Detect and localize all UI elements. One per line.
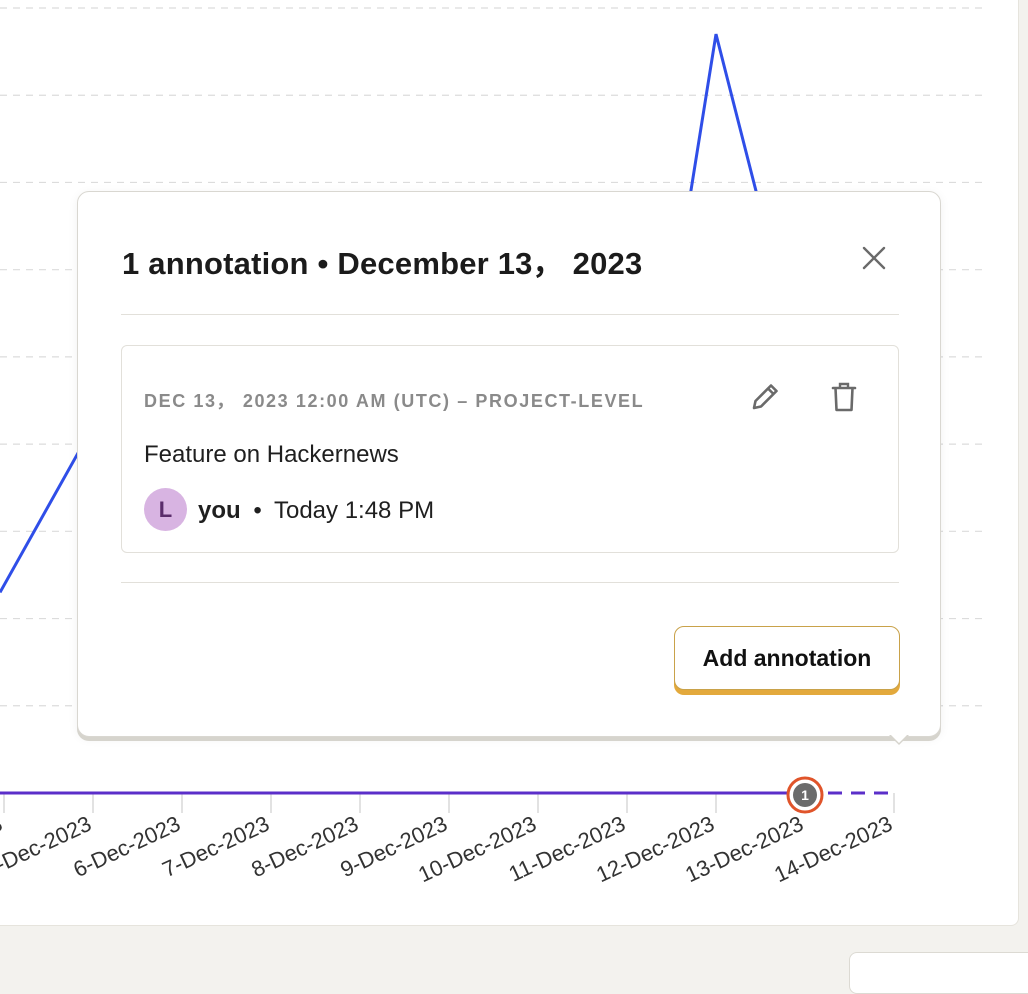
author-separator: • xyxy=(253,497,262,524)
annotation-date: December 13， 2023 xyxy=(337,246,643,281)
popover-caret xyxy=(889,733,909,743)
title-separator: • xyxy=(317,246,329,281)
divider-bottom xyxy=(121,582,899,583)
annotation-time: Today 1:48 PM xyxy=(273,497,435,524)
add-annotation-button[interactable]: Add annotation xyxy=(674,626,900,690)
avatar: L xyxy=(144,488,187,531)
pencil-icon xyxy=(752,384,778,410)
close-icon xyxy=(862,246,886,270)
annotation-count: 1 annotation xyxy=(122,246,309,281)
annotation-popover: 1 annotation • December 13， 2023 DEC 13，… xyxy=(77,191,941,737)
annotation-marker-count: 1 xyxy=(801,787,809,803)
popover-title: 1 annotation • December 13， 2023 xyxy=(122,238,642,283)
edit-annotation-button[interactable] xyxy=(748,380,782,414)
close-button[interactable] xyxy=(858,242,890,274)
author-name: you xyxy=(198,497,241,524)
divider-top xyxy=(121,314,899,315)
delete-annotation-button[interactable] xyxy=(827,380,861,414)
bottom-card xyxy=(849,952,1028,994)
annotation-text: Feature on Hackernews xyxy=(144,441,399,468)
author-line: you • Today 1:48 PM xyxy=(198,497,434,525)
trash-icon xyxy=(831,382,857,412)
annotation-meta: DEC 13， 2023 12:00 AM (UTC) – PROJECT-LE… xyxy=(144,391,645,411)
x-tick-label: 3 xyxy=(0,811,6,839)
annotation-card: DEC 13， 2023 12:00 AM (UTC) – PROJECT-LE… xyxy=(121,345,899,553)
